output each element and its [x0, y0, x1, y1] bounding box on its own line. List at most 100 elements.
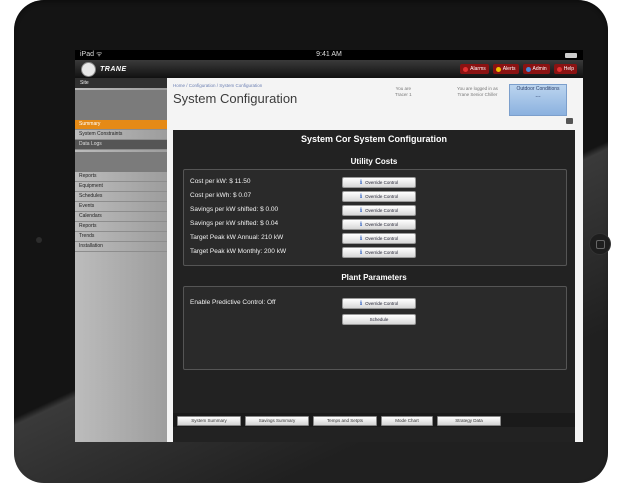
alarms-label: Alarms: [470, 66, 486, 72]
override-control-button[interactable]: ℹ Override Control: [342, 233, 416, 244]
print-icon[interactable]: [566, 118, 573, 124]
sidebar-header-label: Site: [80, 80, 89, 86]
alert-icon: [495, 66, 501, 72]
panel-footer: System Summary Savings Summary Temps and…: [173, 413, 575, 427]
sidebar-item-trends[interactable]: Trends: [75, 232, 167, 242]
sidebar-item-label: Reports: [79, 173, 97, 179]
strategy-data-button[interactable]: Strategy Data: [437, 416, 501, 426]
override-label: Override Control: [365, 180, 399, 185]
system-summary-button[interactable]: System Summary: [177, 416, 241, 426]
app-header: TRANE Alarms Alerts Admin Help: [75, 60, 583, 78]
admin-button[interactable]: Admin: [522, 64, 550, 74]
info-icon: ℹ: [359, 235, 363, 242]
sidebar-section-block: [75, 152, 167, 172]
enable-predictive-control: Enable Predictive Control: Off: [190, 299, 276, 306]
breadcrumb[interactable]: Home / Configuration / System Configurat…: [173, 83, 262, 88]
sidebar-item-reports-2[interactable]: Reports: [75, 222, 167, 232]
logo-text: TRANE: [100, 66, 127, 73]
sidebar-item-reports[interactable]: Reports: [75, 172, 167, 182]
home-square-icon: [596, 240, 605, 249]
sidebar-item-label: Equipment: [79, 183, 103, 189]
sidebar-item-summary[interactable]: Summary: [75, 120, 167, 130]
admin-icon: [525, 66, 531, 72]
mode-chart-button[interactable]: Mode Chart: [381, 416, 433, 426]
override-label: Override Control: [365, 194, 399, 199]
sidebar: Site Summary System Constraints Data Log…: [75, 78, 167, 442]
info-icon: ℹ: [359, 179, 363, 186]
override-control-button[interactable]: ℹ Override Control: [342, 205, 416, 216]
savings-summary-button[interactable]: Savings Summary: [245, 416, 309, 426]
panel-title: System Cor System Configuration: [300, 134, 448, 144]
help-button[interactable]: Help: [553, 64, 577, 74]
alerts-button[interactable]: Alerts: [492, 64, 519, 74]
panel-bottom-strip: [173, 427, 575, 442]
info-icon: ℹ: [359, 221, 363, 228]
override-control-button[interactable]: ℹ Override Control: [342, 177, 416, 188]
help-label: Help: [563, 66, 574, 72]
sidebar-item-label: Schedules: [79, 193, 103, 199]
sidebar-item-label: Events: [79, 203, 95, 209]
outdoor-conditions-widget[interactable]: Outdoor Conditions ---: [509, 84, 567, 116]
page-title: System Configuration: [173, 91, 298, 106]
savings-per-kw-1: Savings per kW shifted: $ 0.00: [190, 206, 279, 213]
sidebar-item-label: System Constraints: [79, 131, 123, 137]
info-icon: ℹ: [359, 249, 363, 256]
schedule-button[interactable]: Schedule: [342, 314, 416, 325]
cost-per-kwh: Cost per kWh: $ 0.07: [190, 192, 252, 199]
info-icon: ℹ: [359, 300, 363, 307]
battery-icon: [565, 53, 577, 58]
sidebar-item-data-logs[interactable]: Data Logs: [75, 140, 167, 150]
sidebar-section-block: [75, 90, 167, 120]
temps-setpts-button[interactable]: Temps and Setpts: [313, 416, 377, 426]
info-icon: ℹ: [359, 193, 363, 200]
savings-per-kw-2: Savings per kW shifted: $ 0.04: [190, 220, 279, 227]
home-button[interactable]: [589, 233, 611, 255]
alerts-label: Alerts: [502, 66, 516, 72]
help-icon: [556, 66, 562, 72]
login-name: Trane Senior Chiller: [457, 92, 498, 97]
sidebar-item-label: Summary: [79, 121, 101, 127]
sidebar-item-constraints[interactable]: System Constraints: [75, 130, 167, 140]
override-label: Override Control: [365, 208, 399, 213]
schedule-label: Schedule: [369, 317, 389, 322]
alarm-icon: [463, 66, 469, 72]
admin-label: Admin: [532, 66, 547, 72]
cost-per-kw: Cost per kW: $ 11.50: [190, 178, 251, 185]
logo-mark-icon: [81, 62, 96, 77]
trane-logo: TRANE: [81, 62, 127, 77]
override-label: Override Control: [365, 236, 399, 241]
outdoor-value: ---: [535, 94, 541, 100]
sidebar-item-events[interactable]: Events: [75, 202, 167, 212]
sidebar-item-label: Calendars: [79, 213, 102, 219]
plant-parameters-heading: Plant Parameters: [341, 273, 407, 282]
sidebar-item-label: Reports: [79, 223, 97, 229]
site-name: Tracer 1: [395, 92, 412, 97]
login-info: You are logged in as Trane Senior Chille…: [457, 86, 498, 98]
override-control-button[interactable]: ℹ Override Control: [342, 298, 416, 309]
sidebar-item-equipment[interactable]: Equipment: [75, 182, 167, 192]
sidebar-item-installation[interactable]: Installation: [75, 242, 167, 252]
sidebar-item-calendars[interactable]: Calendars: [75, 212, 167, 222]
override-control-button[interactable]: ℹ Override Control: [342, 219, 416, 230]
outdoor-title: Outdoor Conditions: [516, 86, 560, 92]
main-content: Home / Configuration / System Configurat…: [167, 78, 583, 442]
ipad-frame: iPad ᯤ 9:41 AM TRANE Alarms Alerts Admin…: [14, 0, 611, 483]
sidebar-item-label: Installation: [79, 243, 103, 249]
plant-parameters-box: Enable Predictive Control: Off ℹ Override…: [183, 286, 567, 370]
override-control-button[interactable]: ℹ Override Control: [342, 247, 416, 258]
override-control-button[interactable]: ℹ Override Control: [342, 191, 416, 202]
alarms-button[interactable]: Alarms: [460, 64, 489, 74]
status-bar: iPad ᯤ 9:41 AM: [75, 50, 583, 60]
target-peak-monthly: Target Peak kW Monthly: 200 kW: [190, 248, 287, 255]
screen: iPad ᯤ 9:41 AM TRANE Alarms Alerts Admin…: [75, 50, 583, 442]
sidebar-item-label: Trends: [79, 233, 95, 239]
sidebar-header[interactable]: Site: [75, 78, 167, 88]
utility-costs-heading: Utility Costs: [350, 157, 398, 166]
utility-costs-box: Cost per kW: $ 11.50 Cost per kWh: $ 0.0…: [183, 169, 567, 266]
sidebar-item-label: Data Logs: [79, 141, 102, 147]
site-info: You are Tracer 1: [395, 86, 412, 98]
sidebar-item-schedules[interactable]: Schedules: [75, 192, 167, 202]
clock: 9:41 AM: [316, 51, 342, 58]
configuration-panel: System Cor System Configuration Utility …: [173, 130, 575, 442]
info-icon: ℹ: [359, 207, 363, 214]
